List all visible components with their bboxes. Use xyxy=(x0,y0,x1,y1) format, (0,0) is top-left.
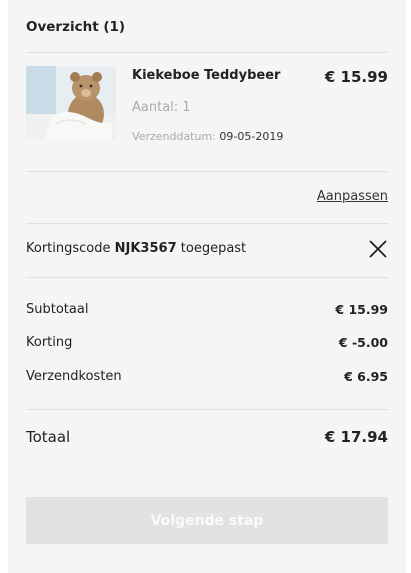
promo-code: NJK3567 xyxy=(114,241,177,256)
promo-prefix: Kortingscode xyxy=(26,241,111,256)
discount-row: Korting € -5.00 xyxy=(26,335,388,350)
subtotal-value: € 15.99 xyxy=(335,302,388,317)
product-name: Kiekeboe Teddybeer xyxy=(132,68,281,83)
subtotal-label: Subtotaal xyxy=(26,302,89,317)
product-image xyxy=(26,66,116,139)
next-step-button[interactable]: Volgende stap xyxy=(26,497,388,544)
shipping-value: € 6.95 xyxy=(344,369,388,384)
subtotal-row: Subtotaal € 15.99 xyxy=(26,302,388,317)
promo-suffix: toegepast xyxy=(180,241,247,256)
divider xyxy=(26,223,388,224)
close-icon[interactable] xyxy=(368,239,388,259)
shipping-date-label: Verzenddatum: xyxy=(132,130,216,143)
divider xyxy=(26,171,388,172)
promo-code-text: Kortingscode NJK3567 toegepast xyxy=(26,241,246,256)
discount-value: € -5.00 xyxy=(338,335,388,350)
total-value: € 17.94 xyxy=(324,428,388,446)
shipping-row: Verzendkosten € 6.95 xyxy=(26,369,388,384)
order-summary-panel: Overzicht (1) Kiekeboe Teddybeer € 15.99… xyxy=(8,0,406,573)
summary-title: Overzicht (1) xyxy=(26,19,126,35)
product-price: € 15.99 xyxy=(324,68,388,86)
edit-link[interactable]: Aanpassen xyxy=(317,189,388,204)
product-quantity: Aantal: 1 xyxy=(132,100,191,115)
divider xyxy=(26,52,388,53)
total-label: Totaal xyxy=(26,428,71,446)
total-row: Totaal € 17.94 xyxy=(26,428,388,446)
discount-label: Korting xyxy=(26,335,73,350)
shipping-label: Verzendkosten xyxy=(26,369,122,384)
divider xyxy=(26,409,388,410)
divider xyxy=(26,277,388,278)
shipping-date-value: 09-05-2019 xyxy=(219,130,284,143)
shipping-date: Verzenddatum: 09-05-2019 xyxy=(132,130,283,143)
